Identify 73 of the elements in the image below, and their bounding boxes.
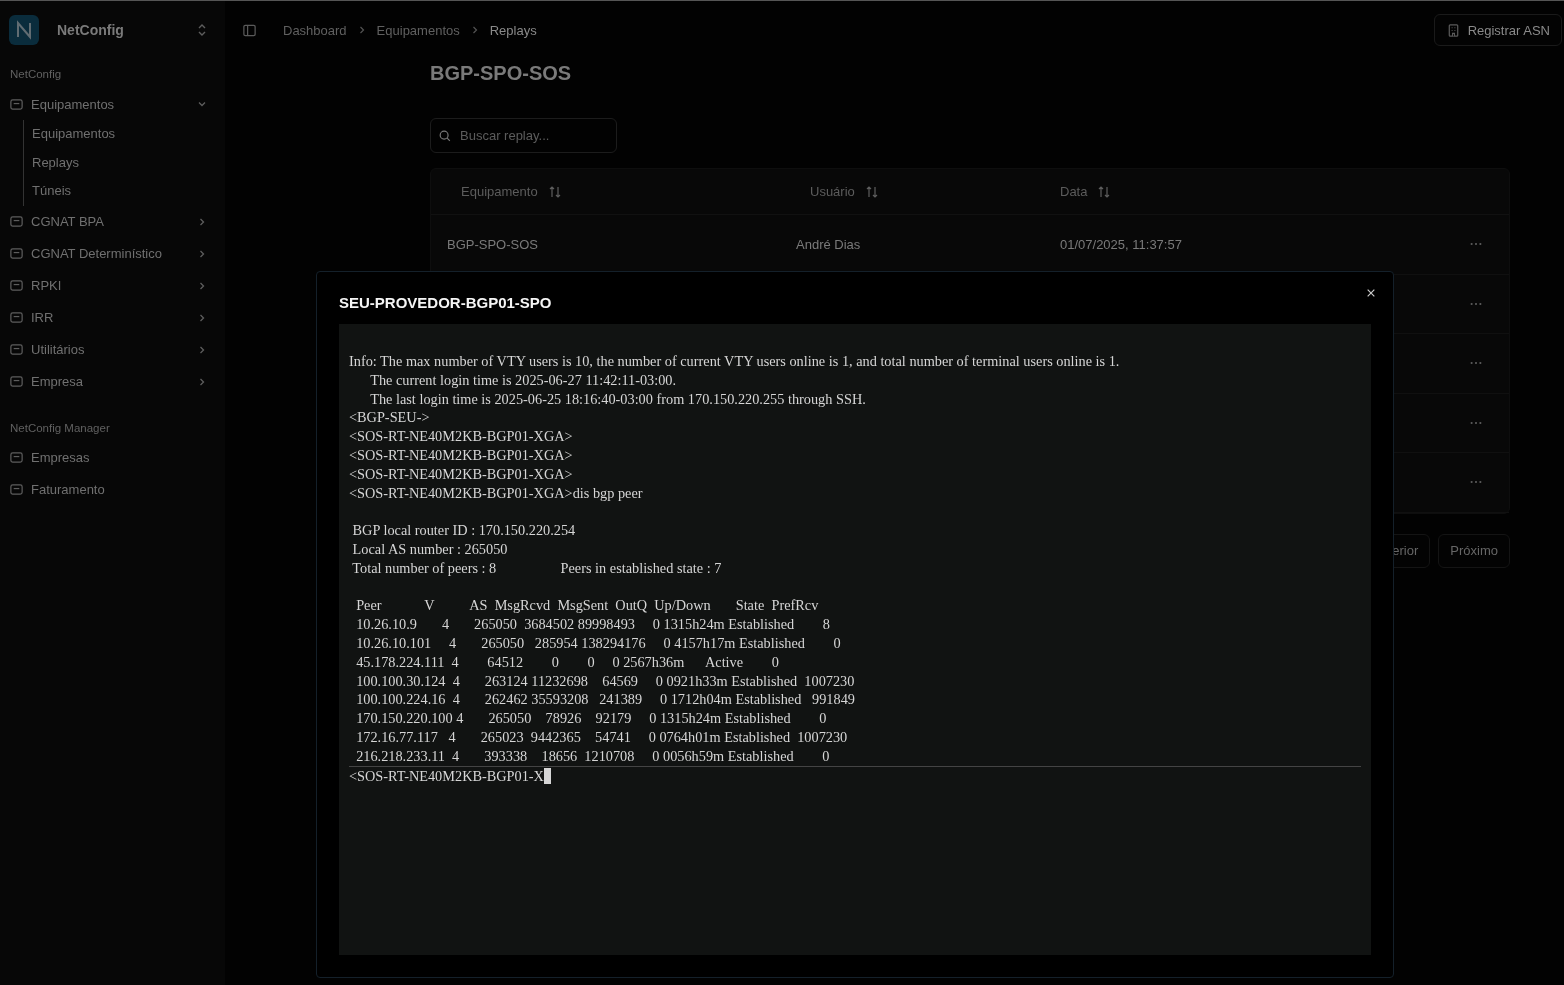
terminal-line: Peer V AS MsgRcvd MsgSent OutQ Up/Down State PrefRcv [355,596,820,616]
sort-icon [864,184,879,199]
menu-item-icon [9,96,24,112]
breadcrumb-link[interactable]: Dashboard [283,22,347,38]
menu-item-icon [9,278,24,293]
terminal-line: Local AS number : 265050 [351,539,509,559]
terminal-line: The last login time is 2025-06-25 18:16:40-03:00 from 170.150.220.255 through SSH. [369,389,867,409]
terminal-line: <SOS-RT-NE40M2KB-BGP01-XGA> [349,464,574,484]
terminal-line: <SOS-RT-NE40M2KB-BGP01-XGA> [349,446,574,465]
terminal-line: 100.100.224.16 4 262462 35593208 241389 0 1712h04m Established 991849 [355,690,856,710]
column-header[interactable]: Equipamento [431,184,780,199]
sidebar-subitem[interactable]: Túneis [32,177,217,206]
terminal-line: Total number of peers : 8 Peers in established state : 7 [351,558,723,578]
table-cell-text: André Dias [795,236,862,252]
terminal-line: Info: The max number of VTY users is 10, the number of current VTY users online is 1, and total number of terminal users online is 1. [349,352,1121,371]
pagination-button[interactable]: Próximo [1438,533,1510,568]
column-header[interactable]: Usuário [780,184,1060,199]
menu-item-icon [9,246,24,261]
dialog-title: SEU-PROVEDOR-BGP01-SPO [339,293,552,311]
menu-item-icon [9,450,24,465]
search-field[interactable]: Buscar replay... [430,118,617,153]
register-asn-button[interactable]: Registrar ASN [1433,14,1562,46]
sidebar-toggle-icon[interactable] [242,22,257,38]
table-cell-text: 01/07/2025, 11:37:57 [1060,236,1183,252]
sort-icon [547,184,562,199]
breadcrumb-current: Replays [489,22,537,38]
sidebar-item[interactable]: IRR [8,301,217,334]
menu-item-icon [9,214,24,229]
menu-item-icon [9,374,24,389]
terminal-line: 216.218.233.11 4 393338 18656 1210708 0 0056h59m Established 0 [355,746,831,766]
section-heading: NetConfig [9,67,63,82]
menu-item-icon [9,342,24,357]
terminal-line: <SOS-RT-NE40M2KB-BGP01-XGA> [349,427,574,446]
close-icon[interactable] [1366,288,1376,298]
terminal-line: 100.100.30.124 4 263124 11232698 64569 0 0921h33m Established 1007230 [355,671,856,691]
terminal-line: 170.150.220.100 4 265050 78926 92179 0 1315h24m Established 0 [355,709,828,728]
breadcrumb-link[interactable]: Equipamentos [376,22,460,38]
more-icon[interactable] [1469,361,1483,366]
column-header[interactable]: Data [1060,184,1340,199]
terminal-line: The current login time is 2025-06-27 11:42:11-03:00. [369,370,678,390]
sidebar-item[interactable]: RPKI [8,269,217,302]
terminal-line: 10.26.10.9 4 265050 3684502 89998493 0 1315h24m Established 8 [355,615,831,634]
section-heading: NetConfig Manager [9,420,111,436]
more-icon[interactable] [1469,420,1483,425]
cursor-block [543,767,551,784]
page-title: BGP-SPO-SOS [430,62,573,85]
sidebar-item[interactable]: CGNAT Determinístico [8,237,217,270]
sidebar-item[interactable]: Empresas [8,441,217,474]
app-name: NetConfig [57,22,125,38]
terminal-line: <BGP-SEU-> [349,408,431,428]
more-icon[interactable] [1469,480,1483,485]
more-icon[interactable] [1469,301,1483,306]
sidebar-item[interactable]: Empresa [8,365,217,398]
terminal-line: 10.26.10.101 4 265050 285954 138294176 0 4157h17m Established 0 [355,633,842,653]
sidebar-item[interactable]: Equipamentos [8,88,217,120]
menu-item-icon [9,482,24,497]
search-icon [438,128,452,143]
logo-icon [9,15,39,45]
sidebar-item[interactable]: CGNAT BPA [8,205,217,238]
sidebar-subitem[interactable]: Replays [32,148,217,177]
terminal-line: BGP local router ID : 170.150.220.254 [351,521,577,540]
terminal-line: 172.16.77.117 4 265023 9442365 54741 0 0764h01m Established 1007230 [355,727,849,747]
sort-icon [1097,184,1112,199]
sidebar-item[interactable]: Faturamento [8,473,217,506]
terminal-prompt: <SOS-RT-NE40M2KB-BGP01-X [349,766,544,786]
sidebar-item[interactable]: Utilitários [8,333,217,366]
more-icon[interactable] [1469,242,1483,247]
terminal-line: <SOS-RT-NE40M2KB-BGP01-XGA>dis bgp peer [349,483,644,503]
table-cell-text: BGP-SPO-SOS [446,236,540,252]
sidebar-subitem[interactable]: Equipamentos [32,120,217,149]
menu-item-icon [9,310,24,325]
terminal-line: 45.178.224.111 4 64512 0 0 0 2567h36m Active 0 [355,652,780,672]
chevrons-up-down-icon[interactable] [197,22,207,38]
